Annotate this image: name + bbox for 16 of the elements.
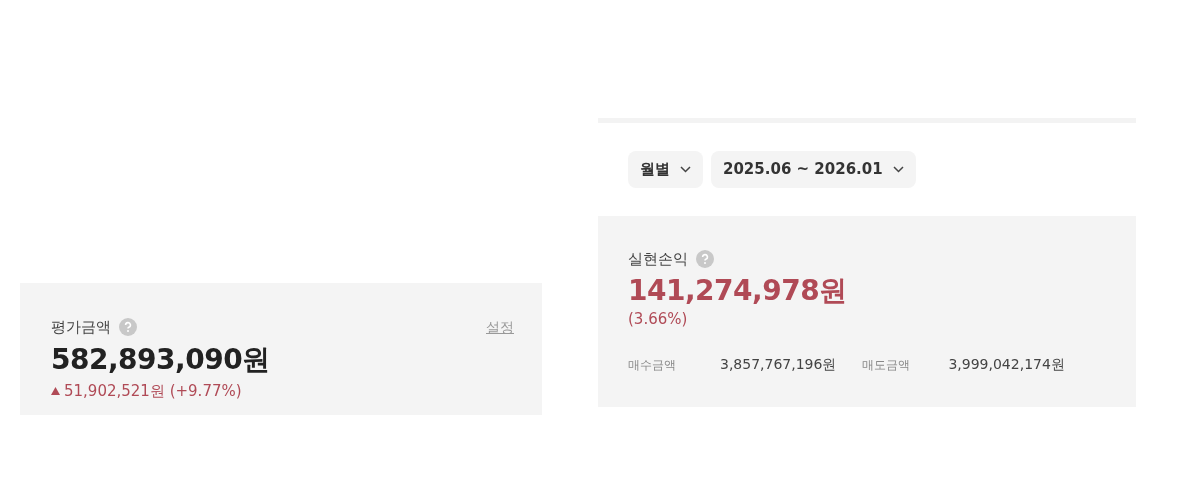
profit-value: 141,274,978원 bbox=[628, 274, 848, 308]
chevron-down-icon bbox=[680, 165, 691, 173]
detail-label: 매수금액 bbox=[628, 356, 676, 374]
change-value: 51,902,521원 (+9.77%) bbox=[64, 381, 242, 403]
card-title: 실현손익 bbox=[628, 248, 688, 270]
card-title: 평가금액 bbox=[51, 317, 111, 338]
chevron-down-icon bbox=[892, 165, 904, 173]
detail-label: 매도금액 bbox=[862, 356, 911, 374]
amount-value: 582,893,090원 bbox=[51, 342, 271, 377]
detail-value: 3,857,767,196원 bbox=[720, 355, 837, 375]
rate-value: (3.66%) bbox=[628, 308, 689, 330]
help-icon[interactable] bbox=[119, 318, 137, 337]
dropdown-button[interactable]: 2025.06 ~ 2026.01 bbox=[711, 151, 916, 188]
detail-value: 3,999,042,174원 bbox=[948, 355, 1065, 375]
help-icon[interactable] bbox=[696, 249, 714, 268]
dropdown-button[interactable]: 월별 bbox=[628, 151, 703, 188]
